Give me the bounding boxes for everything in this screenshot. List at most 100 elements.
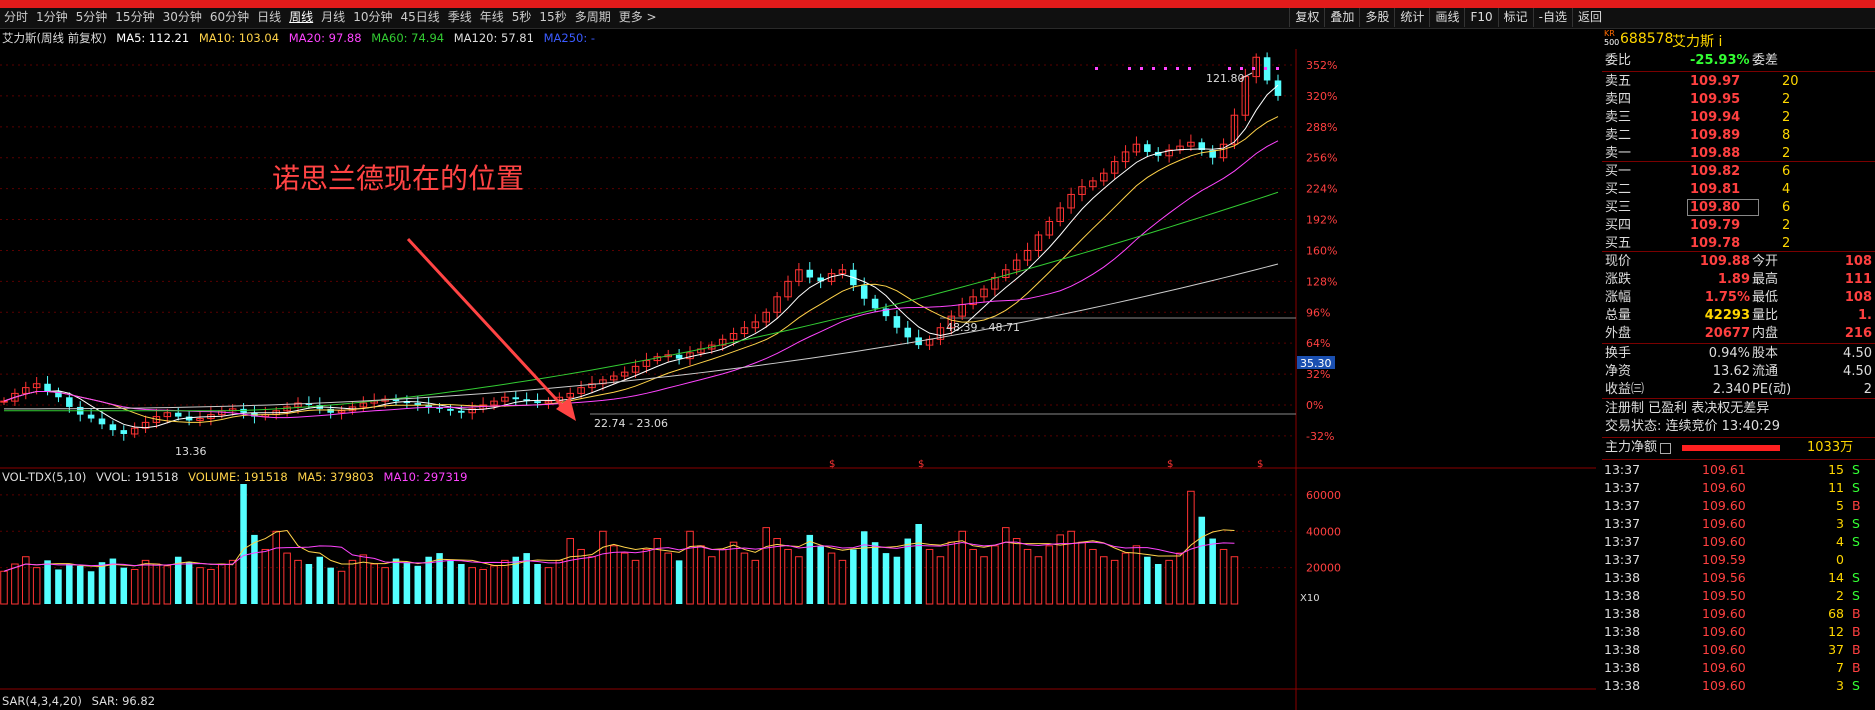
period-tab[interactable]: 30分钟 (159, 8, 206, 27)
tool-button[interactable]: 画线 (1429, 8, 1464, 27)
tick-volume: 37 (1828, 642, 1844, 657)
tick-direction: S (1852, 534, 1860, 549)
volume-bar (1078, 541, 1086, 605)
logo-top: KR (1604, 29, 1615, 38)
tool-button[interactable]: 统计 (1394, 8, 1429, 27)
volume-bar (1198, 516, 1206, 604)
level-qty: 2 (1782, 92, 1791, 107)
volume-bar (1045, 545, 1054, 605)
tick-row: 13:38 109.60 3 S (1602, 677, 1875, 695)
volume-bar (0, 570, 8, 605)
tick-price: 109.60 (1702, 660, 1746, 675)
volume-bar (1219, 548, 1228, 605)
period-tab[interactable]: 5分钟 (72, 8, 112, 27)
low-label: 13.36 (175, 445, 207, 458)
volume-bar (827, 552, 836, 605)
candle-body (109, 424, 117, 431)
tick-price: 109.60 (1702, 480, 1746, 495)
tool-button[interactable]: 返回 (1571, 8, 1607, 27)
volume-bar (240, 484, 247, 604)
volume-bar (850, 549, 857, 604)
volume-bar (76, 565, 84, 604)
tick-row: 13:38 109.50 2 S (1602, 587, 1875, 605)
stat-row: 净资 13.62 流通 4.50 (1602, 363, 1875, 381)
volume-bar (664, 552, 672, 605)
quote-header: KR 500 688578 艾力斯 i (1602, 29, 1875, 51)
level-label: 卖三 (1605, 110, 1632, 125)
stock-code: 688578 (1620, 31, 1674, 47)
level-price: 109.81 (1690, 182, 1741, 197)
candle-body (66, 397, 73, 407)
high-label: 121.80 (1206, 72, 1245, 85)
stat-label-2: 今开 (1752, 254, 1779, 269)
period-tab[interactable]: 10分钟 (349, 8, 396, 27)
volume-bar (425, 556, 432, 604)
tool-button[interactable]: 复权 (1289, 8, 1324, 27)
period-tab[interactable]: 年线 (476, 8, 508, 27)
tick-price: 109.60 (1702, 498, 1746, 513)
volume-bar (534, 564, 541, 604)
trade-status-row: 交易状态: 连续竞价 13:40:29 (1602, 418, 1875, 436)
tool-button[interactable]: -自选 (1532, 8, 1572, 27)
volume-bar (1012, 538, 1021, 605)
sar-legend: SAR(4,3,4,20) SAR: 96.82 (2, 694, 161, 708)
tool-button[interactable]: F10 (1464, 8, 1497, 27)
period-tab[interactable]: 多周期 (571, 8, 615, 27)
period-tab[interactable]: 月线 (317, 8, 349, 27)
net-inflow-icon[interactable] (1660, 443, 1671, 454)
period-tab[interactable]: 日线 (253, 8, 285, 27)
annotation-arrow (406, 237, 570, 414)
volume-bar (381, 567, 389, 605)
volume-bar (152, 563, 161, 605)
period-tab[interactable]: 更多 > (615, 8, 661, 27)
y-tick-label: 192% (1306, 214, 1337, 227)
tool-buttons: 复权 叠加 多股 统计 画线 F10 标记 -自选 返回 (1289, 8, 1607, 27)
period-tab[interactable]: 季线 (444, 8, 476, 27)
volume-bar (1165, 559, 1173, 605)
stat-value: 1.75% (1704, 290, 1750, 305)
tool-button[interactable]: 叠加 (1324, 8, 1359, 27)
period-tab[interactable]: 5秒 (508, 8, 536, 27)
tick-row: 13:37 109.60 5 B (1602, 497, 1875, 515)
s-marker: $ (918, 459, 924, 470)
tick-direction: S (1852, 678, 1860, 693)
tick-price: 109.60 (1702, 642, 1746, 657)
candle-body (98, 418, 106, 425)
period-tab[interactable]: 分时 (0, 8, 32, 27)
selected-level-box (1687, 199, 1759, 216)
volume-bar (947, 541, 956, 605)
period-tab[interactable]: 1分钟 (32, 8, 72, 27)
candle-body (1274, 80, 1282, 96)
volume-bar (251, 534, 258, 604)
signal-dot (1276, 67, 1279, 70)
tool-button[interactable]: 标记 (1497, 8, 1533, 27)
volume-bar (631, 559, 640, 605)
tick-direction: S (1852, 462, 1860, 477)
tick-direction: B (1852, 624, 1861, 639)
y-tick-label: 320% (1306, 90, 1337, 103)
tick-direction: S (1852, 480, 1860, 495)
period-tab[interactable]: 15分钟 (111, 8, 158, 27)
stat-value-2: 1. (1858, 308, 1872, 323)
period-tab[interactable]: 15秒 (535, 8, 570, 27)
period-tab[interactable]: 周线 (285, 8, 317, 27)
period-tab[interactable]: 45日线 (396, 8, 443, 27)
stat-label-2: 最高 (1752, 272, 1779, 287)
level-qty: 2 (1782, 110, 1791, 125)
stat-value-2: 216 (1844, 326, 1872, 341)
volume-bar (414, 565, 422, 604)
candle-body (447, 408, 454, 411)
volume-bar (1132, 545, 1141, 605)
stock-name[interactable]: 艾力斯 i (1672, 31, 1722, 51)
volume-bar (55, 569, 62, 604)
tick-volume: 11 (1828, 480, 1844, 495)
tool-button[interactable]: 多股 (1359, 8, 1394, 27)
quote-panel: KR 500 688578 艾力斯 i 委比 -25.93% 委差 卖五 109… (1602, 29, 1875, 710)
chart-area[interactable]: 艾力斯(周线 前复权) MA5: 112.21 MA10: 103.04 MA2… (0, 29, 1600, 710)
kline-chart[interactable]: 352% 320% 288% 256% 224% 192% 160% 128% 96% 64% 32… (0, 29, 1600, 710)
y-tick-label: 256% (1306, 152, 1337, 165)
signal-dot (1152, 67, 1155, 70)
volume-bar (773, 538, 781, 605)
period-tab[interactable]: 60分钟 (206, 8, 253, 27)
volume-bar (120, 567, 128, 604)
